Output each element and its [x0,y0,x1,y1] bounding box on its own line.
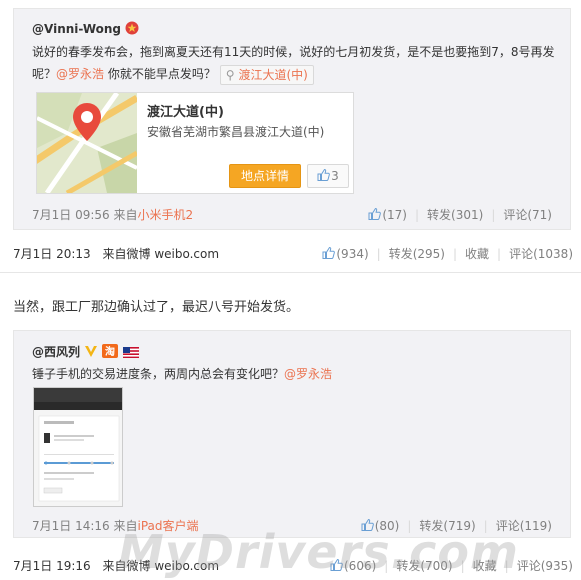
place-address: 安徽省芜湖市繁昌县渡江大道(中) [147,125,325,139]
post-1-source-prefix: 来自 [102,247,127,261]
post-2-source-prefix: 来自 [102,559,127,573]
quoted-post-1-actions: (17) | 转发(301) | 评论(71) [368,206,552,223]
post-2-text: 当然，跟工厂那边确认过了，最迟八号开始发货。 [13,300,300,315]
quoted-post-1-header: @Vinni-Wong [32,21,139,38]
quoted-post-2-header: @西风列 淘 [32,343,139,361]
map-thumbnail[interactable] [37,93,137,193]
quoted-like-count: (80) [374,519,400,533]
mention-link[interactable]: @罗永浩 [56,67,104,81]
post-2-source[interactable]: 微博 weibo.com [127,559,220,573]
quoted-source[interactable]: 小米手机2 [138,208,194,222]
quoted-post-1: @Vinni-Wong 说好的春季发布会，拖到离夏天还有11天的时候，说好的七月… [13,8,571,230]
post-1-meta: 7月1日 20:13 来自微博 weibo.com [13,245,219,262]
verified-badge-icon [125,21,139,38]
vip-v-icon [84,344,98,361]
post-2-repost-button[interactable]: 转发(700) [396,559,452,573]
place-title[interactable]: 渡江大道(中) [147,101,224,120]
post-divider [0,272,581,273]
post-1-time[interactable]: 7月1日 20:13 [13,247,91,261]
source-prefix: 来自 [113,208,138,222]
place-like-button[interactable]: 3 [307,164,349,188]
post-2-time[interactable]: 7月1日 19:16 [13,559,91,573]
post-1-actions: (934) | 转发(295) | 收藏 | 评论(1038) [322,245,573,262]
quoted-text-b: 你就不能早点发吗？ [104,67,216,81]
post-2-like-button[interactable]: (606) [330,558,377,573]
quoted-like-button[interactable]: (80) [361,518,400,533]
quoted-like-count: (17) [382,208,407,222]
post-2-meta: 7月1日 19:16 来自微博 weibo.com [13,557,219,574]
thumbs-up-icon [317,166,331,181]
place-card[interactable]: 渡江大道(中) 安徽省芜湖市繁昌县渡江大道(中) 地点详情 3 [36,92,354,194]
source-prefix: 来自 [113,519,138,533]
place-detail-button[interactable]: 地点详情 [229,164,301,188]
post-2-favorite-button[interactable]: 收藏 [473,559,497,573]
post-1-favorite-button[interactable]: 收藏 [465,247,489,261]
attached-image-thumbnail[interactable] [33,387,123,507]
location-pin-icon: ⚲ [225,67,235,82]
post-2-actions: (606) | 转发(700) | 收藏 | 评论(935) [330,557,573,574]
thumbs-up-icon [330,558,343,571]
post-1-like-button[interactable]: (934) [322,246,369,261]
mention-link[interactable]: @罗永浩 [284,367,332,381]
quoted-post-2-actions: (80) | 转发(719) | 评论(119) [361,517,552,534]
quoted-source[interactable]: iPad客户端 [138,519,199,533]
post-1-source[interactable]: 微博 weibo.com [127,247,220,261]
quoted-time[interactable]: 7月1日 09:56 [32,208,110,222]
quoted-post-1-meta: 7月1日 09:56 来自小米手机2 [32,206,193,223]
quoted-user-name[interactable]: @西风列 [32,345,80,359]
thumbs-up-icon [322,246,336,259]
post-1-like-count: (934) [336,247,369,261]
post-1-comment-button[interactable]: 评论(1038) [509,247,573,261]
quoted-time[interactable]: 7月1日 14:16 [32,519,110,533]
quoted-post-2-text: 锤子手机的交易进度条，两周内总会有变化吧？@罗永浩 [32,363,552,385]
quoted-repost-button[interactable]: 转发(301) [427,208,483,222]
quoted-comment-button[interactable]: 评论(71) [503,208,552,222]
location-chip[interactable]: ⚲ 渡江大道(中) [219,64,314,85]
quoted-repost-button[interactable]: 转发(719) [419,519,475,533]
quoted-post-1-text: 说好的春季发布会，拖到离夏天还有11天的时候，说好的七月初发货，是不是也要拖到7… [32,41,557,85]
quoted-post-2: @西风列 淘 锤子手机的交易进度条，两周内总会有变化吧？@罗永浩 7月1日 14… [13,330,571,538]
quoted-post-2-meta: 7月1日 14:16 来自iPad客户端 [32,517,199,534]
post-2-like-count: (606) [344,559,377,573]
quoted-text: 锤子手机的交易进度条，两周内总会有变化吧？ [32,367,285,381]
quoted-user-name[interactable]: @Vinni-Wong [32,22,121,36]
svg-text:淘: 淘 [105,345,115,358]
quoted-comment-button[interactable]: 评论(119) [496,519,552,533]
taobao-icon: 淘 [102,344,119,361]
thumbs-up-icon [361,518,374,531]
post-1-repost-button[interactable]: 转发(295) [389,247,445,261]
location-chip-label: 渡江大道(中) [238,67,308,82]
us-flag-icon [122,347,139,361]
thumbs-up-icon [368,207,382,220]
post-2-comment-button[interactable]: 评论(935) [517,559,573,573]
place-like-count: 3 [331,169,339,183]
quoted-like-button[interactable]: (17) [368,207,407,222]
